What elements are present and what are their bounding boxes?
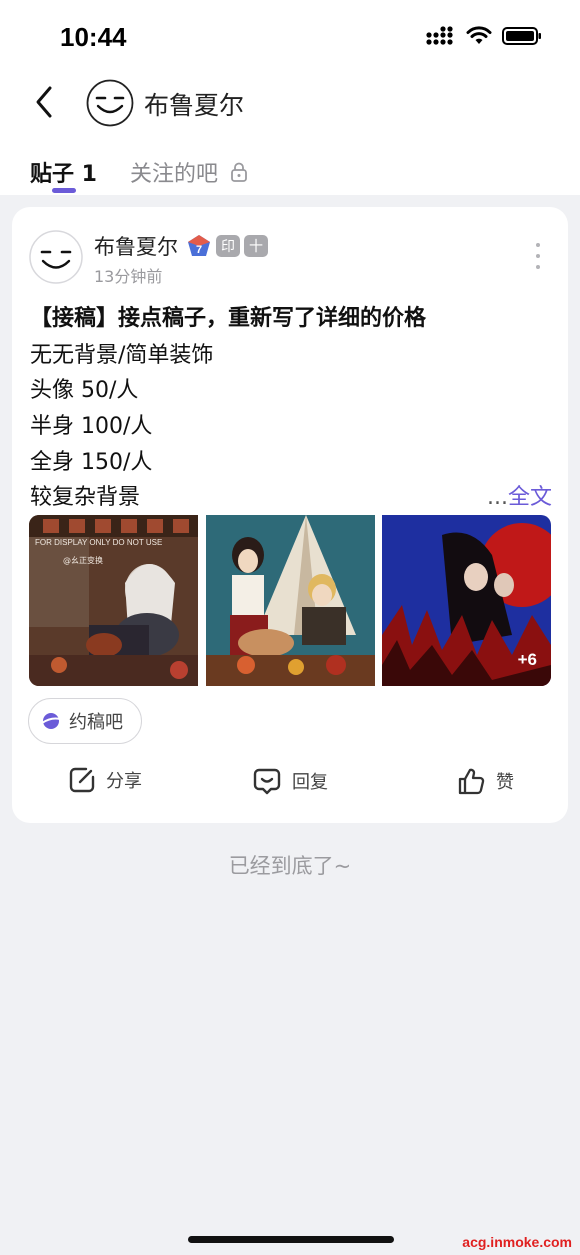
forum-tag-button[interactable]: 约稿吧 <box>28 698 142 744</box>
share-icon <box>69 767 95 793</box>
image-watermark-text: FOR DISPLAY ONLY DO NOT USE <box>35 538 162 547</box>
lock-icon <box>231 162 247 182</box>
plus-badge: 十 <box>244 235 268 257</box>
post-image-1[interactable]: FOR DISPLAY ONLY DO NOT USE @幺正变换 <box>29 515 198 686</box>
post-line: 全身 150/人 <box>30 450 153 475</box>
dot-icon <box>536 254 540 258</box>
post-image-2[interactable] <box>206 515 375 686</box>
share-label: 分享 <box>106 771 142 792</box>
level-badge-icon: 7 <box>188 235 210 256</box>
page-title: 布鲁夏尔 <box>144 91 245 120</box>
author-avatar[interactable] <box>29 230 83 284</box>
chevron-left-icon <box>36 86 52 118</box>
comment-icon <box>253 768 281 795</box>
forum-tag-label: 约稿吧 <box>69 712 123 733</box>
site-watermark: acg.inmoke.com <box>462 1234 572 1250</box>
tab-indicator <box>52 188 76 193</box>
reply-button[interactable]: 回复 <box>252 766 328 796</box>
dot-icon <box>536 265 540 269</box>
status-time: 10:44 <box>60 22 127 52</box>
post-line: 半身 100/人 <box>30 414 153 439</box>
read-more-link[interactable]: ...全文 <box>487 479 552 511</box>
author-name[interactable]: 布鲁夏尔 <box>94 231 178 261</box>
tab-followed-forums[interactable]: 关注的吧 <box>130 156 248 188</box>
seal-badge: 印 <box>216 235 240 257</box>
thumbs-up-icon <box>458 768 485 795</box>
post-line: 头像 50/人 <box>30 378 139 403</box>
level-badge-text: 7 <box>196 244 202 256</box>
more-images-count: +6 <box>517 650 537 669</box>
planet-icon <box>41 713 61 729</box>
wifi-icon <box>466 26 492 44</box>
post-image-3[interactable]: +6 <box>382 515 551 686</box>
home-indicator[interactable] <box>188 1236 394 1243</box>
avatar[interactable] <box>86 79 134 127</box>
read-more-ellipsis: ... <box>487 485 508 510</box>
author-row: 布鲁夏尔 7 印 十 <box>94 231 268 261</box>
post-card[interactable]: 布鲁夏尔 7 印 十 13分钟前 【接稿】接点稿子，重新写了详细的价格 无无背景… <box>12 207 568 823</box>
post-line: 较复杂背景 <box>30 485 141 510</box>
illustration-image: FOR DISPLAY ONLY DO NOT USE @幺正变换 <box>29 515 198 686</box>
top-bar: 10:44 布鲁夏尔 贴子 1 关注的吧 <box>0 0 580 195</box>
like-label: 赞 <box>496 772 514 793</box>
image-watermark-text-2: @幺正变换 <box>63 555 103 565</box>
reply-label: 回复 <box>292 772 328 793</box>
like-button[interactable]: 赞 <box>456 766 514 796</box>
tab-posts[interactable]: 贴子 1 <box>30 156 97 188</box>
end-of-list-text: 已经到底了~ <box>228 854 352 878</box>
tab-followed-forums-label: 关注的吧 <box>130 162 219 187</box>
dot-icon <box>536 243 540 247</box>
cellular-signal-icon <box>426 26 453 45</box>
more-options-button[interactable] <box>534 243 542 269</box>
share-button[interactable]: 分享 <box>68 766 142 794</box>
post-time: 13分钟前 <box>94 267 163 286</box>
battery-icon <box>502 27 541 45</box>
illustration-image <box>206 515 375 686</box>
status-icons <box>426 26 542 46</box>
back-button[interactable] <box>28 82 64 122</box>
post-line: 无无背景/简单装饰 <box>30 343 214 368</box>
post-title[interactable]: 【接稿】接点稿子，重新写了详细的价格 <box>30 300 426 332</box>
read-more-label: 全文 <box>507 485 552 510</box>
